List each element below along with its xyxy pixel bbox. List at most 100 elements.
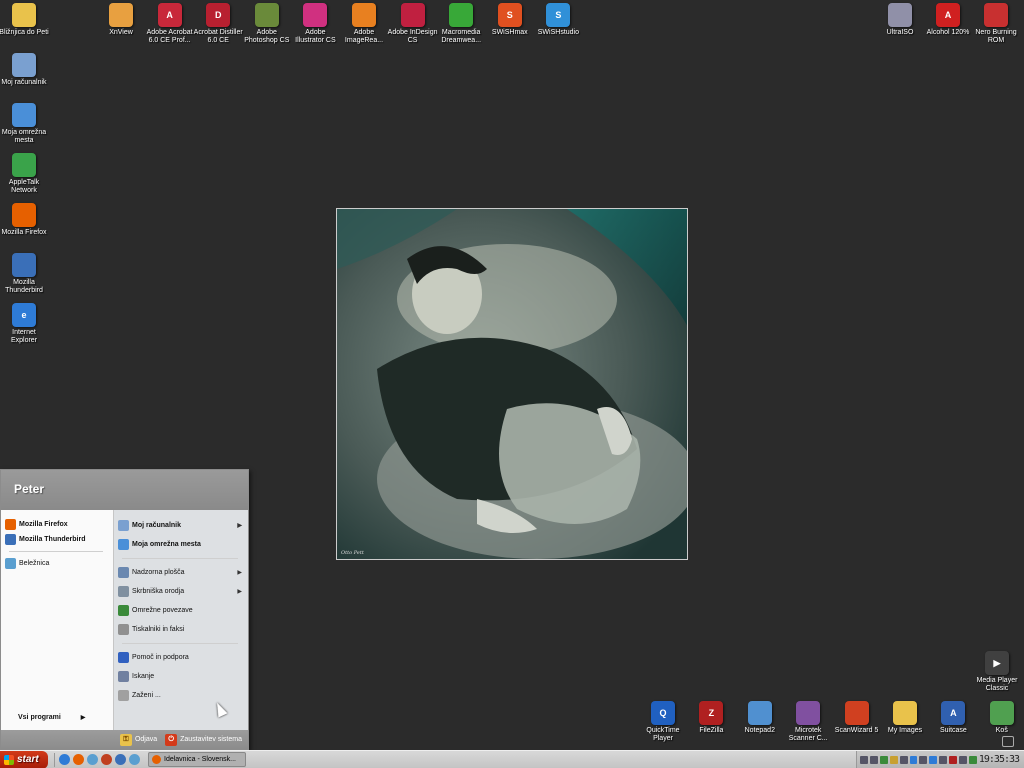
desktop-icon-quicktime[interactable]: Q QuickTime Player: [638, 701, 688, 743]
logoff-button[interactable]: ⚿ Odjava: [119, 733, 157, 746]
tray-icon[interactable]: [909, 755, 918, 764]
tray-icon[interactable]: [939, 755, 948, 764]
desktop-icon-computer[interactable]: Moj računalnik: [0, 53, 49, 87]
desktop-icon-imageready[interactable]: Adobe ImageRea...: [339, 3, 389, 45]
nero-icon: [984, 3, 1008, 27]
taskbar-button-firefox[interactable]: Idelavnica - Slovensk...: [148, 752, 246, 767]
desktop-icon-firefox[interactable]: Mozilla Firefox: [0, 203, 49, 237]
start-menu-right-pane: Moj računalnik ▶ Moja omrežna mesta Nadzorn…: [113, 510, 248, 732]
desktop-icon-filezilla[interactable]: Z FileZilla: [686, 701, 736, 735]
desktop-icon-xnview[interactable]: XnView: [96, 3, 146, 37]
tray-icon[interactable]: [879, 755, 888, 764]
all-programs-button[interactable]: Vsi programi ▶: [18, 714, 85, 721]
quick-launch-icon[interactable]: [129, 754, 140, 765]
desktop-icon-recycle-bin[interactable]: Koš: [977, 701, 1024, 735]
start-menu-item-firefox[interactable]: Mozilla Firefox: [5, 517, 113, 532]
desktop-icon-folder[interactable]: Bližnjica do Peti: [0, 3, 49, 37]
desktop-icon-illustrator[interactable]: Adobe Illustrator CS: [290, 3, 340, 45]
start-menu-item-label: Moj računalnik: [132, 522, 182, 529]
chevron-right-icon: ▶: [237, 570, 242, 576]
start-button[interactable]: start: [0, 750, 48, 768]
desktop-icon-network-places[interactable]: Moja omrežna mesta: [0, 103, 49, 145]
desktop-icon-photoshop[interactable]: Adobe Photoshop CS: [242, 3, 292, 45]
start-menu-item-notepad[interactable]: Beležnica: [5, 556, 113, 571]
desktop-icon-internet-explorer[interactable]: e Internet Explorer: [0, 303, 49, 345]
start-menu-item-thunderbird[interactable]: Mozilla Thunderbird: [5, 532, 113, 547]
start-menu: Peter Mozilla Firefox Mozilla Thunderbird…: [0, 469, 249, 750]
desktop-icon-label: Notepad2: [744, 727, 775, 734]
show-desktop-icon[interactable]: [1002, 736, 1014, 747]
tray-icon[interactable]: [899, 755, 908, 764]
desktop-icon-indesign[interactable]: Adobe InDesign CS: [388, 3, 438, 45]
tray-icon[interactable]: [968, 755, 977, 764]
desktop-icon-thunderbird[interactable]: Mozilla Thunderbird: [0, 253, 49, 295]
desktop-icon-swishstudio[interactable]: S SWiSHstudio: [533, 3, 583, 37]
desktop-icon-appletalk[interactable]: AppleTalk Network: [0, 153, 49, 195]
desktop-icon-label: My Images: [887, 727, 923, 734]
desktop-icon-label: Moja omrežna mesta: [1, 129, 47, 144]
desktop-icon-media-player[interactable]: ▶ Media Player Classic: [972, 651, 1022, 693]
desktop-icon-swishmax[interactable]: S SWiSHmax: [485, 3, 535, 37]
notepad2-icon: [747, 701, 772, 725]
quick-launch-icon[interactable]: [59, 754, 70, 765]
desktop-icon-label: XnView: [109, 29, 133, 36]
indesign-icon: [400, 3, 425, 27]
desktop-icon-notepad2[interactable]: Notepad2: [735, 701, 785, 735]
tray-icon[interactable]: [869, 755, 878, 764]
tray-icon[interactable]: [889, 755, 898, 764]
start-menu-item-label: Iskanje: [132, 673, 155, 680]
start-menu-item-search[interactable]: Iskanje: [118, 667, 248, 686]
firefox-icon: [152, 755, 161, 764]
quick-launch-icon[interactable]: [101, 754, 112, 765]
start-menu-item-network-places[interactable]: Moja omrežna mesta: [118, 535, 248, 554]
tray-icon[interactable]: [929, 755, 938, 764]
desktop-icon-label: Alcohol 120%: [926, 29, 970, 36]
desktop-icon-acrobat[interactable]: A Adobe Acrobat 6.0 CE Prof...: [145, 3, 195, 45]
desktop-icon-label: Moj računalnik: [1, 79, 47, 86]
quick-launch-icon[interactable]: [115, 754, 126, 765]
swishstudio-icon: S: [546, 3, 571, 27]
internet-explorer-icon: e: [12, 303, 36, 327]
desktop-icon-scanwizard[interactable]: ScanWizard 5: [832, 701, 882, 735]
tray-icon[interactable]: [949, 755, 958, 764]
quick-launch-icon[interactable]: [73, 754, 84, 765]
start-menu-item-label: Zaženi ...: [132, 692, 161, 699]
start-menu-item-run[interactable]: Zaženi ...: [118, 686, 248, 705]
photoshop-icon: [254, 3, 279, 27]
desktop-icon-label: Suitcase: [939, 727, 967, 734]
media-player-icon: ▶: [985, 651, 1009, 675]
desktop-icon-nero[interactable]: Nero Burning ROM: [971, 3, 1021, 45]
start-menu-footer: ⚿ Odjava ⏻ Zaustavitev sistema: [1, 730, 248, 749]
wallpaper-image: Otto Pett: [336, 208, 688, 560]
desktop-icon-suitcase[interactable]: A Suitcase: [928, 701, 978, 735]
start-menu-item-control-panel[interactable]: Nadzorna plošča ▶: [118, 563, 248, 582]
desktop-icon-ultraiso[interactable]: UltraISO: [875, 3, 925, 37]
start-menu-item-help-support[interactable]: Pomoč in podpora: [118, 648, 248, 667]
start-menu-item-my-computer[interactable]: Moj računalnik ▶: [118, 516, 248, 535]
notepad-icon: [5, 558, 16, 569]
tray-icon[interactable]: [919, 755, 928, 764]
start-menu-item-printers-faxes[interactable]: Tiskalniki in faksi: [118, 620, 248, 639]
desktop-icon-my-images-folder[interactable]: My Images: [880, 701, 930, 735]
desktop-icon-acrobat-distiller[interactable]: D Acrobat Distiller 6.0 CE: [193, 3, 243, 45]
tray-icon[interactable]: [959, 755, 967, 764]
separator: [122, 558, 238, 559]
quick-launch-icon[interactable]: [87, 754, 98, 765]
desktop-icon-alcohol[interactable]: A Alcohol 120%: [923, 3, 973, 37]
desktop-icon-microtek-scanner[interactable]: Microtek Scanner C...: [783, 701, 833, 743]
clock[interactable]: 19:35:33: [979, 754, 1020, 765]
appletalk-icon: [12, 153, 36, 177]
desktop-icon-label: Microtek Scanner C...: [788, 727, 828, 742]
xnview-icon: [109, 3, 133, 27]
shutdown-button[interactable]: ⏻ Zaustavitev sistema: [165, 733, 242, 746]
illustrator-icon: [303, 3, 328, 27]
chevron-right-icon: ▶: [80, 715, 86, 721]
tray-icon[interactable]: [860, 755, 868, 764]
taskbar: start Idelavnica - Slovensk... 19:35:33: [0, 750, 1024, 768]
start-menu-item-admin-tools[interactable]: Skrbniška orodja ▶: [118, 582, 248, 601]
acrobat-distiller-icon: D: [206, 3, 231, 27]
start-menu-item-network-connections[interactable]: Omrežne povezave: [118, 601, 248, 620]
desktop-icon-label: Mozilla Firefox: [1, 229, 47, 236]
windows-logo-icon: [4, 754, 14, 765]
desktop-icon-dreamweaver[interactable]: Macromedia Dreamwea...: [436, 3, 486, 45]
